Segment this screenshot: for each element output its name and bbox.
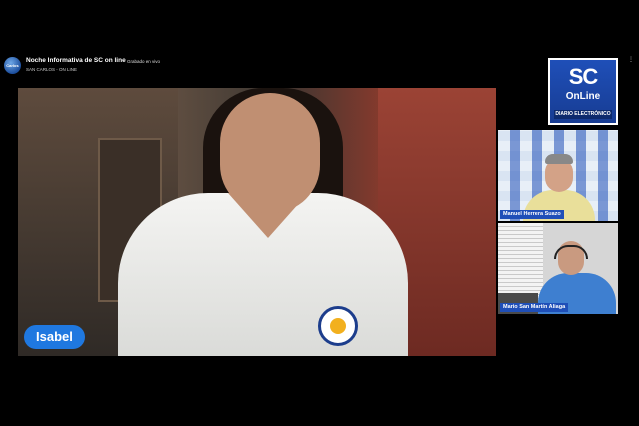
channel-avatar-text: Carlos bbox=[6, 63, 19, 68]
participant-1-name: Manuel Herrera Suazo bbox=[500, 210, 564, 219]
brand-logo-online: OnLine bbox=[565, 91, 601, 102]
more-vertical-icon[interactable]: ⋮ bbox=[628, 57, 634, 63]
stream-title[interactable]: Noche Informativa de SC on line bbox=[26, 57, 126, 64]
participant-2-name: Mario San Martín Aliaga bbox=[500, 303, 569, 312]
badge-emblem bbox=[330, 318, 346, 334]
main-speaker-name: Isabel bbox=[24, 325, 85, 349]
channel-avatar[interactable]: Carlos bbox=[4, 57, 21, 74]
speaker-figure bbox=[108, 88, 408, 356]
participant-1-hair bbox=[545, 154, 573, 164]
main-speaker-video[interactable] bbox=[18, 88, 496, 356]
shirt-badge-icon bbox=[318, 306, 358, 346]
recording-status: Grabado en vivo bbox=[127, 59, 161, 64]
participant-tile-1[interactable]: Manuel Herrera Suazo bbox=[498, 130, 618, 221]
brand-tagline: DIARIO ELECTRÓNICO bbox=[554, 110, 612, 119]
channel-name[interactable]: SAN CARLOS - ON LINE bbox=[26, 67, 77, 72]
brand-logo-sc: SC bbox=[568, 64, 599, 89]
brand-logo: SC OnLine DIARIO ELECTRÓNICO bbox=[548, 58, 618, 125]
headphones-icon bbox=[554, 245, 588, 259]
participant-tile-2[interactable]: Mario San Martín Aliaga bbox=[498, 223, 618, 314]
speaker-face bbox=[220, 93, 320, 213]
